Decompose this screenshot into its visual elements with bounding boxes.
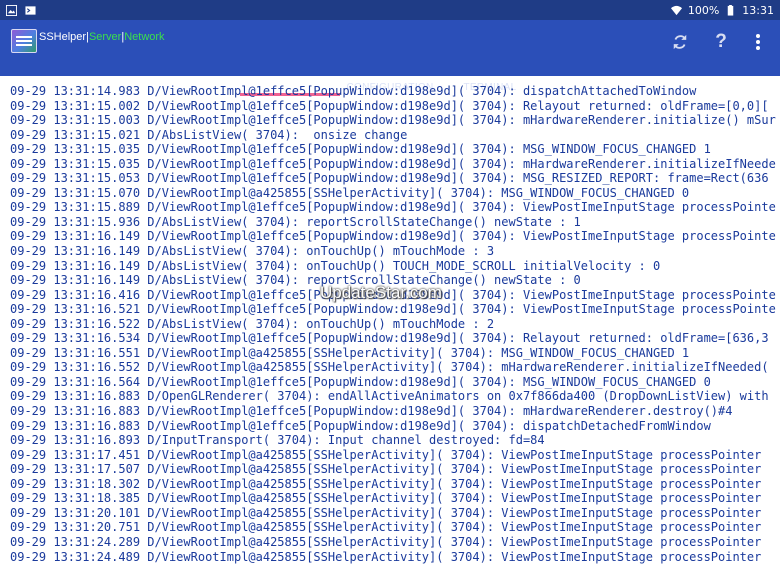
log-line: 09-29 13:31:16.149 D/AbsListView( 3704):…	[10, 258, 661, 273]
log-line: 09-29 13:31:16.521 D/ViewRootImpl@1effce…	[10, 302, 776, 317]
log-line: 09-29 13:31:16.552 D/ViewRootImpl@a42585…	[10, 360, 769, 375]
wifi-icon	[670, 5, 682, 15]
app-name: SSHelper	[39, 31, 87, 43]
log-line: 09-29 13:31:16.534 D/ViewRootImpl@1effce…	[10, 331, 769, 346]
log-line: 09-29 13:31:14.983 D/ViewRootImpl@1effce…	[10, 84, 697, 98]
more-vert-icon	[756, 34, 760, 50]
network-link[interactable]: Network	[124, 31, 164, 43]
log-line: 09-29 13:31:15.936 D/AbsListView( 3704):…	[10, 214, 581, 229]
log-line: 09-29 13:31:15.002 D/ViewRootImpl@1effce…	[10, 98, 769, 113]
log-line: 09-29 13:31:15.035 D/ViewRootImpl@1effce…	[10, 142, 711, 157]
terminal-notification-icon	[25, 5, 36, 15]
log-line: 09-29 13:31:24.489 D/ViewRootImpl@a42585…	[10, 549, 762, 564]
log-line: 09-29 13:31:15.003 D/ViewRootImpl@1effce…	[10, 113, 776, 128]
log-line: 09-29 13:31:15.070 D/ViewRootImpl@a42585…	[10, 185, 690, 200]
server-link[interactable]: Server	[89, 31, 121, 43]
log-view[interactable]: 09-29 13:31:14.983 D/ViewRootImpl@1effce…	[0, 84, 780, 564]
log-line: 09-29 13:31:15.053 D/ViewRootImpl@1effce…	[10, 171, 769, 186]
log-line: 09-29 13:31:24.289 D/ViewRootImpl@a42585…	[10, 534, 762, 549]
status-time: 13:31	[742, 3, 774, 17]
refresh-icon	[673, 34, 687, 50]
overflow-menu-button[interactable]	[746, 30, 770, 54]
log-line: 09-29 13:31:16.551 D/ViewRootImpl@a42585…	[10, 345, 690, 360]
log-line: 09-29 13:31:20.751 D/ViewRootImpl@a42585…	[10, 520, 762, 535]
battery-icon	[728, 4, 734, 16]
log-line: 09-29 13:31:20.101 D/ViewRootImpl@a42585…	[10, 505, 762, 520]
help-icon: ?	[715, 31, 727, 52]
log-line: 09-29 13:31:16.883 D/OpenGLRenderer( 370…	[10, 389, 769, 404]
app-title: SSHelper|Server|Network	[39, 31, 165, 43]
log-line: 09-29 13:31:16.522 D/AbsListView( 3704):…	[10, 316, 495, 331]
log-line: 09-29 13:31:15.035 D/ViewRootImpl@1effce…	[10, 156, 776, 171]
log-line: 09-29 13:31:18.385 D/ViewRootImpl@a42585…	[10, 491, 762, 506]
log-line: 09-29 13:31:18.302 D/ViewRootImpl@a42585…	[10, 476, 762, 491]
log-line: 09-29 13:31:16.149 D/AbsListView( 3704):…	[10, 244, 495, 259]
log-line: 09-29 13:31:15.889 D/ViewRootImpl@1effce…	[10, 200, 776, 215]
status-bar: 100% 13:31	[0, 0, 780, 20]
battery-percent: 100%	[687, 3, 720, 17]
app-toolbar: SSHelper|Server|Network ? LOG CONFIGURAT…	[0, 20, 780, 96]
log-line: 09-29 13:31:16.564 D/ViewRootImpl@1effce…	[10, 374, 711, 389]
log-line: 09-29 13:31:16.883 D/ViewRootImpl@1effce…	[10, 404, 733, 419]
log-line: 09-29 13:31:15.021 D/AbsListView( 3704):…	[10, 127, 408, 142]
log-line: 09-29 13:31:16.149 D/ViewRootImpl@1effce…	[10, 229, 776, 244]
log-line: 09-29 13:31:16.883 D/ViewRootImpl@1effce…	[10, 418, 711, 433]
app-logo-icon	[11, 29, 37, 53]
refresh-button[interactable]	[668, 30, 692, 54]
log-line: 09-29 13:31:17.507 D/ViewRootImpl@a42585…	[10, 462, 762, 477]
log-line: 09-29 13:31:16.893 D/InputTransport( 370…	[10, 433, 545, 448]
help-button[interactable]: ?	[709, 30, 733, 54]
watermark: UpdateStar.com	[320, 283, 442, 302]
log-line: 09-29 13:31:17.451 D/ViewRootImpl@a42585…	[10, 447, 762, 462]
gallery-notification-icon	[6, 4, 17, 16]
